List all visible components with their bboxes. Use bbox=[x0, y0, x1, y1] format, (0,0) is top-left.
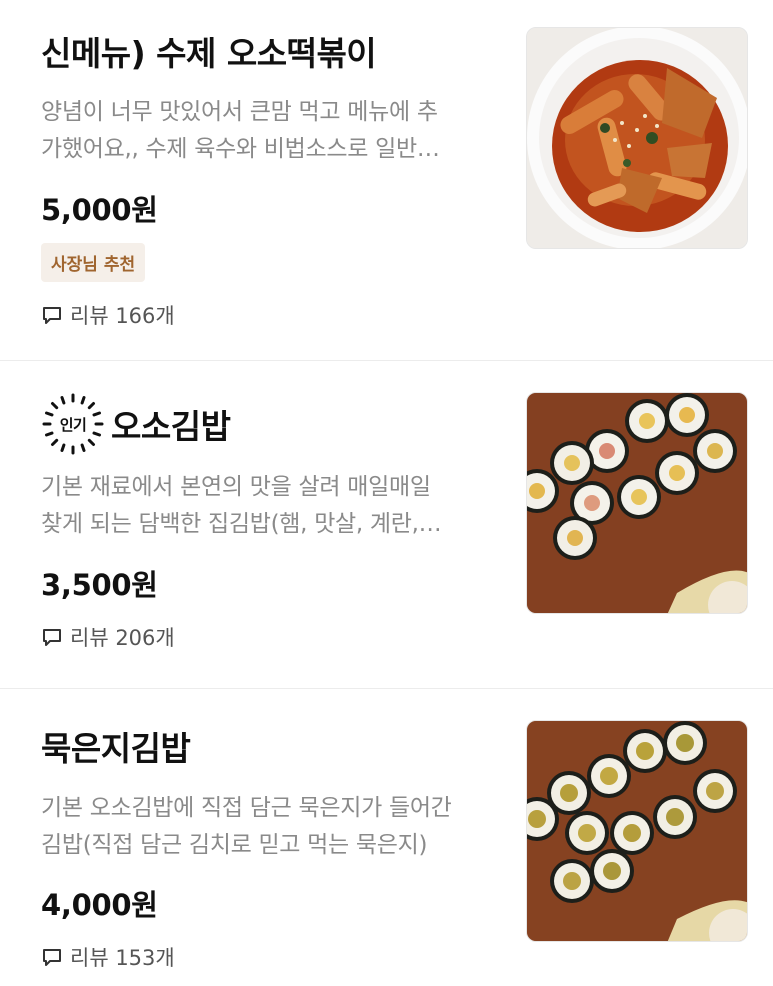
menu-item-description: 기본 오소김밥에 직접 담근 묵은지가 들어간 김밥(직접 담근 김치로 믿고 … bbox=[41, 790, 503, 864]
description-line: 기본 오소김밥에 직접 담근 묵은지가 들어간 bbox=[41, 795, 452, 821]
badge-row: 사장님 추천 bbox=[41, 243, 511, 282]
tteokbokki-photo bbox=[526, 27, 748, 249]
description-line: 찾게 되는 담백한 집김밥(햄, 맛살, 계란,… bbox=[41, 511, 442, 537]
speech-bubble-icon bbox=[43, 949, 61, 966]
description-line: 기본 재료에서 본연의 맛을 살려 매일매일 bbox=[41, 474, 431, 500]
menu-item-info: 묵은지김밥 기본 오소김밥에 직접 담근 묵은지가 들어간 김밥(직접 담근 김… bbox=[41, 721, 511, 972]
review-count-text: 리뷰 166개 bbox=[70, 304, 175, 328]
menu-item-description: 양념이 너무 맛있어서 큰맘 먹고 메뉴에 추 가했어요,, 수제 육수와 비법… bbox=[41, 94, 503, 168]
menu-item-oso-gimbap[interactable]: 인기 오소김밥 기본 재료에서 본연의 맛을 살려 매일매일 찾게 되는 담백한… bbox=[0, 361, 773, 689]
menu-item-price: 3,500원 bbox=[41, 568, 158, 602]
popular-label: 인기 bbox=[59, 415, 87, 434]
menu-item-price: 5,000원 bbox=[41, 193, 158, 227]
description-line: 가했어요,, 수제 육수와 비법소스로 일반… bbox=[41, 136, 440, 162]
review-count-text: 리뷰 206개 bbox=[70, 626, 175, 650]
owner-recommend-badge: 사장님 추천 bbox=[41, 243, 146, 282]
review-count: 리뷰 153개 bbox=[41, 942, 511, 972]
menu-item-title-row: 인기 오소김밥 bbox=[41, 392, 511, 456]
menu-item-tteokbokki[interactable]: 신메뉴) 수제 오소떡볶이 양념이 너무 맛있어서 큰맘 먹고 메뉴에 추 가했… bbox=[0, 0, 773, 361]
review-count: 리뷰 206개 bbox=[41, 622, 511, 652]
popular-burst-icon: 인기 bbox=[41, 392, 105, 456]
kimchi-gimbap-photo bbox=[526, 720, 748, 942]
menu-item-info: 신메뉴) 수제 오소떡볶이 양념이 너무 맛있어서 큰맘 먹고 메뉴에 추 가했… bbox=[41, 26, 511, 330]
speech-bubble-icon bbox=[43, 307, 61, 324]
review-count-text: 리뷰 153개 bbox=[70, 946, 175, 970]
description-line: 양념이 너무 맛있어서 큰맘 먹고 메뉴에 추 bbox=[41, 99, 438, 125]
menu-item-price: 4,000원 bbox=[41, 888, 158, 922]
menu-item-description: 기본 재료에서 본연의 맛을 살려 매일매일 찾게 되는 담백한 집김밥(햄, … bbox=[41, 469, 503, 543]
menu-item-title: 묵은지김밥 bbox=[41, 729, 191, 768]
menu-item-title: 신메뉴) 수제 오소떡볶이 bbox=[41, 34, 377, 73]
menu-list: 신메뉴) 수제 오소떡볶이 양념이 너무 맛있어서 큰맘 먹고 메뉴에 추 가했… bbox=[0, 0, 773, 986]
menu-item-kimchi-gimbap[interactable]: 묵은지김밥 기본 오소김밥에 직접 담근 묵은지가 들어간 김밥(직접 담근 김… bbox=[0, 689, 773, 986]
review-count: 리뷰 166개 bbox=[41, 300, 511, 330]
menu-item-info: 인기 오소김밥 기본 재료에서 본연의 맛을 살려 매일매일 찾게 되는 담백한… bbox=[41, 392, 511, 652]
gimbap-photo bbox=[526, 392, 748, 614]
description-line: 김밥(직접 담근 김치로 믿고 먹는 묵은지) bbox=[41, 832, 428, 858]
speech-bubble-icon bbox=[43, 629, 61, 646]
menu-item-title: 오소김밥 bbox=[111, 407, 231, 446]
